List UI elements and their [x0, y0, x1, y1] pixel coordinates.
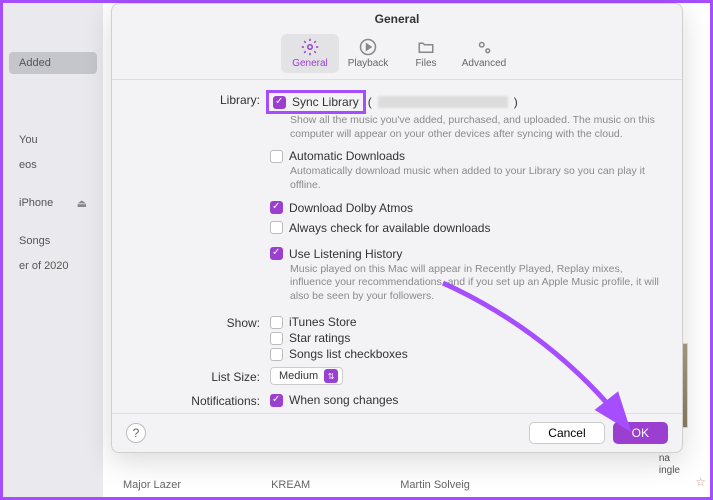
songs-checkboxes-checkbox[interactable]	[270, 348, 283, 361]
highlight-sync-library: Sync Library	[266, 90, 366, 114]
automatic-downloads-checkbox[interactable]	[270, 150, 283, 163]
dolby-atmos-label: Download Dolby Atmos	[289, 201, 413, 215]
sheet-footer: ? Cancel OK	[112, 413, 682, 452]
always-check-downloads-label: Always check for available downloads	[289, 221, 490, 235]
sidebar-item[interactable]	[9, 39, 97, 49]
cancel-button[interactable]: Cancel	[529, 422, 604, 444]
gears-icon	[475, 38, 493, 56]
artist-name: Martin Solveig	[400, 479, 470, 491]
automatic-downloads-label: Automatic Downloads	[289, 149, 405, 163]
star-ratings-label: Star ratings	[289, 331, 350, 345]
chevron-updown-icon: ⇅	[324, 369, 338, 383]
tab-files[interactable]: Files	[397, 34, 455, 73]
artist-name: KREAM	[271, 479, 310, 491]
sidebar-item-added[interactable]: Added	[9, 52, 97, 74]
sidebar-item[interactable]	[9, 116, 97, 126]
preferences-sheet: General General Playback Files Advanced …	[111, 3, 683, 453]
song-changes-label: When song changes	[289, 393, 398, 407]
song-list-row: Major Lazer KREAM Martin Solveig	[123, 479, 690, 491]
paren: )	[514, 95, 518, 109]
notifications-label: Notifications:	[130, 393, 270, 408]
sync-library-description: Show all the music you've added, purchas…	[290, 114, 664, 141]
song-changes-checkbox[interactable]	[270, 394, 283, 407]
preferences-content: Library: Sync Library ( ) Show all the m…	[112, 80, 682, 413]
sidebar-item[interactable]: Songs	[9, 230, 97, 252]
listening-history-checkbox[interactable]	[270, 247, 283, 260]
paren: (	[368, 95, 372, 109]
sync-library-label: Sync Library	[292, 95, 359, 109]
artist-name: Major Lazer	[123, 479, 181, 491]
ok-button[interactable]: OK	[613, 422, 668, 444]
sidebar-item[interactable]: You	[9, 129, 97, 151]
sidebar-item-iphone[interactable]: iPhone ⏏	[9, 192, 97, 214]
star-icon[interactable]: ☆	[695, 475, 706, 489]
play-icon	[359, 38, 377, 56]
redacted-account	[378, 96, 508, 108]
library-label: Library:	[130, 92, 270, 107]
tab-bar: General Playback Files Advanced	[112, 34, 682, 80]
sidebar-item[interactable]	[9, 179, 97, 189]
show-label: Show:	[130, 315, 270, 330]
sidebar-item[interactable]	[9, 90, 97, 100]
star-ratings-checkbox[interactable]	[270, 332, 283, 345]
sync-library-checkbox[interactable]	[273, 96, 286, 109]
itunes-store-label: iTunes Store	[289, 315, 357, 329]
folder-icon	[417, 38, 435, 56]
sidebar-item[interactable]	[9, 103, 97, 113]
tab-advanced[interactable]: Advanced	[455, 34, 513, 73]
itunes-store-checkbox[interactable]	[270, 316, 283, 329]
listening-history-description: Music played on this Mac will appear in …	[290, 263, 664, 304]
sidebar-item[interactable]: eos	[9, 154, 97, 176]
sidebar: Added You eos iPhone ⏏ Songs er of 2020	[3, 3, 103, 497]
gear-icon	[301, 38, 319, 56]
dolby-atmos-checkbox[interactable]	[270, 201, 283, 214]
listening-history-label: Use Listening History	[289, 247, 402, 261]
list-size-select[interactable]: Medium ⇅	[270, 367, 343, 385]
songs-checkboxes-label: Songs list checkboxes	[289, 347, 408, 361]
text-fragment: naingle	[659, 453, 680, 477]
sidebar-item[interactable]	[9, 77, 97, 87]
help-button[interactable]: ?	[126, 423, 146, 443]
always-check-downloads-checkbox[interactable]	[270, 221, 283, 234]
tab-playback[interactable]: Playback	[339, 34, 397, 73]
sidebar-item[interactable]	[9, 26, 97, 36]
sidebar-item[interactable]	[9, 217, 97, 227]
sheet-title: General	[112, 4, 682, 34]
automatic-downloads-description: Automatically download music when added …	[290, 165, 664, 192]
list-size-label: List Size:	[130, 369, 270, 384]
tab-general[interactable]: General	[281, 34, 339, 73]
sidebar-item[interactable]: er of 2020	[9, 255, 97, 277]
